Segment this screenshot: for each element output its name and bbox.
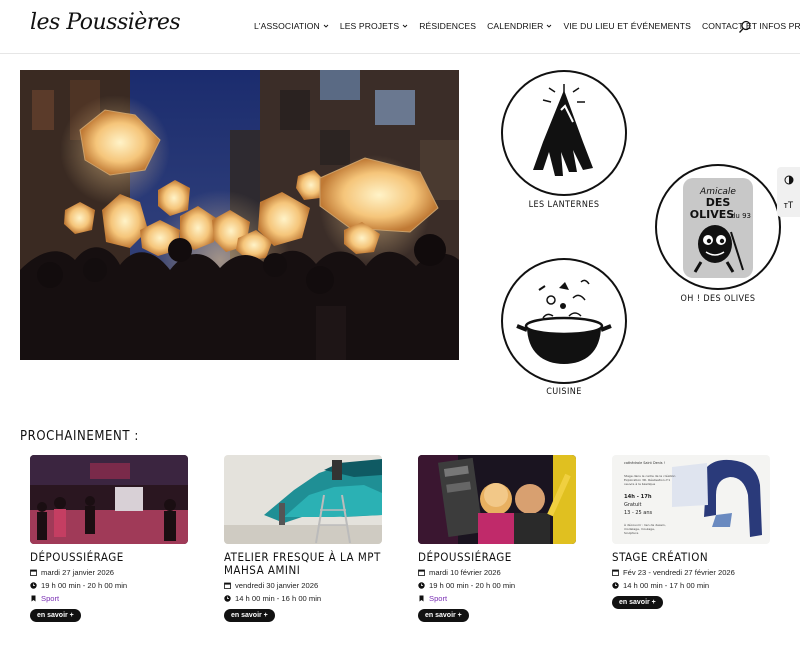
event-time-text: 19 h 00 min - 20 h 00 min [41,581,128,590]
event-photo [30,455,188,544]
accessibility-toolbar: ᴛT [777,167,800,217]
nav-item-residences[interactable]: RÉSIDENCES [419,21,476,31]
event-date-text: mardi 27 janvier 2026 [41,568,115,577]
upcoming-heading: PROCHAINEMENT : [20,429,139,444]
cooking-pot-icon [516,279,612,364]
event-card: DÉPOUSSIÉRAGE mardi 27 janvier 2026 19 h… [30,455,188,622]
event-category-link[interactable]: Sport [429,594,447,603]
event-title[interactable]: DÉPOUSSIÉRAGE [30,551,188,564]
nav-item-vie-du-lieu[interactable]: VIE DU LIEU ET ÉVÉNEMENTS [563,21,690,31]
nav-item-association[interactable]: L'ASSOCIATION [254,21,329,31]
event-time-text: 14 h 00 min - 16 h 00 min [235,594,322,603]
site-header: les Poussières L'ASSOCIATION LES PROJETS… [0,0,800,54]
event-title[interactable]: STAGE CRÉATION [612,551,770,564]
event-time-text: 19 h 00 min - 20 h 00 min [429,581,516,590]
event-card: ATELIER FRESQUE À LA MPT MAHSA AMINI ven… [224,455,382,622]
event-date-text: vendredi 30 janvier 2026 [235,581,319,590]
event-category: Sport [30,594,188,603]
project-cuisine-circle[interactable] [501,258,627,384]
event-card: cathédrale Saint Denis ! Stage dans le c… [612,455,770,609]
project-lanternes-label[interactable]: LES LANTERNES [494,200,634,210]
event-date-text: mardi 10 février 2026 [429,568,501,577]
project-olives-circle[interactable]: Amicale DES OLIVES du 93 [655,164,781,290]
event-title[interactable]: DÉPOUSSIÉRAGE [418,551,576,564]
event-time: 14 h 00 min - 17 h 00 min [612,581,770,590]
event-category-link[interactable]: Sport [41,594,59,603]
calendar-icon [418,569,425,576]
project-cuisine-label[interactable]: CUISINE [494,387,634,397]
event-photo [224,455,382,544]
read-more-button[interactable]: en savoir + [418,609,469,622]
clock-icon [612,582,619,589]
event-date: vendredi 30 janvier 2026 [224,581,382,590]
chevron-down-icon [547,24,552,28]
search-icon[interactable] [738,20,752,34]
chevron-down-icon [323,24,329,28]
bookmark-icon [419,595,424,602]
site-logo[interactable]: les Poussières [30,10,181,35]
nav-item-label: RÉSIDENCES [419,21,477,31]
nav-item-label: LES PROJETS [339,21,400,31]
clock-icon [418,582,425,589]
event-time: 19 h 00 min - 20 h 00 min [418,581,576,590]
svg-text:OLIVES: OLIVES [690,208,734,221]
poster-line: Gratuit [624,502,642,508]
hero-image [20,70,459,360]
event-date: mardi 27 janvier 2026 [30,568,188,577]
svg-text:du 93: du 93 [731,212,751,220]
read-more-button[interactable]: en savoir + [612,596,663,609]
event-image[interactable] [30,455,188,544]
event-title[interactable]: ATELIER FRESQUE À LA MPT MAHSA AMINI [224,551,382,577]
chevron-down-icon [402,24,408,28]
event-date: mardi 10 février 2026 [418,568,576,577]
event-card: DÉPOUSSIÉRAGE mardi 10 février 2026 19 h… [418,455,576,622]
font-size-icon[interactable]: ᴛT [777,192,800,217]
lantern-procession-photo [20,70,459,360]
olive-mascot-icon: Amicale DES OLIVES du 93 [683,178,753,278]
event-date-text: Fév 23 - vendredi 27 février 2026 [623,568,735,577]
project-olives-label[interactable]: OH ! DES OLIVES [648,294,788,304]
event-date: Fév 23 - vendredi 27 février 2026 [612,568,770,577]
lantern-figure-icon [533,84,593,176]
event-time: 14 h 00 min - 16 h 00 min [224,594,382,603]
event-photo [418,455,576,544]
poster-line: cathédrale Saint Denis ! [624,461,665,465]
nav-item-label: VIE DU LIEU ET ÉVÉNEMENTS [563,21,691,31]
bookmark-icon [31,595,36,602]
read-more-button[interactable]: en savoir + [30,609,81,622]
event-time: 19 h 00 min - 20 h 00 min [30,581,188,590]
poster-line: Sculpture [624,531,638,535]
poster-line: oeuvre à la basilique [624,482,655,486]
poster-line: 14h - 17h [624,494,652,500]
clock-icon [224,595,231,602]
event-poster: cathédrale Saint Denis ! Stage dans le c… [612,455,770,544]
clock-icon [30,582,37,589]
nav-item-calendrier[interactable]: CALENDRIER [487,21,552,31]
event-image[interactable]: cathédrale Saint Denis ! Stage dans le c… [612,455,770,544]
nav-item-label: L'ASSOCIATION [254,21,320,31]
nav-item-label: CALENDRIER [487,21,544,31]
event-image[interactable] [418,455,576,544]
calendar-icon [224,582,231,589]
event-category: Sport [418,594,576,603]
calendar-icon [30,569,37,576]
poster-line: 13 - 25 ans [624,510,653,516]
project-lanternes-circle[interactable] [501,70,627,196]
read-more-button[interactable]: en savoir + [224,609,275,622]
main-nav: L'ASSOCIATION LES PROJETS RÉSIDENCES CAL… [254,21,800,31]
calendar-icon [612,569,619,576]
event-image[interactable] [224,455,382,544]
contrast-toggle-icon[interactable] [777,167,800,192]
nav-item-projets[interactable]: LES PROJETS [340,21,408,31]
event-time-text: 14 h 00 min - 17 h 00 min [623,581,710,590]
